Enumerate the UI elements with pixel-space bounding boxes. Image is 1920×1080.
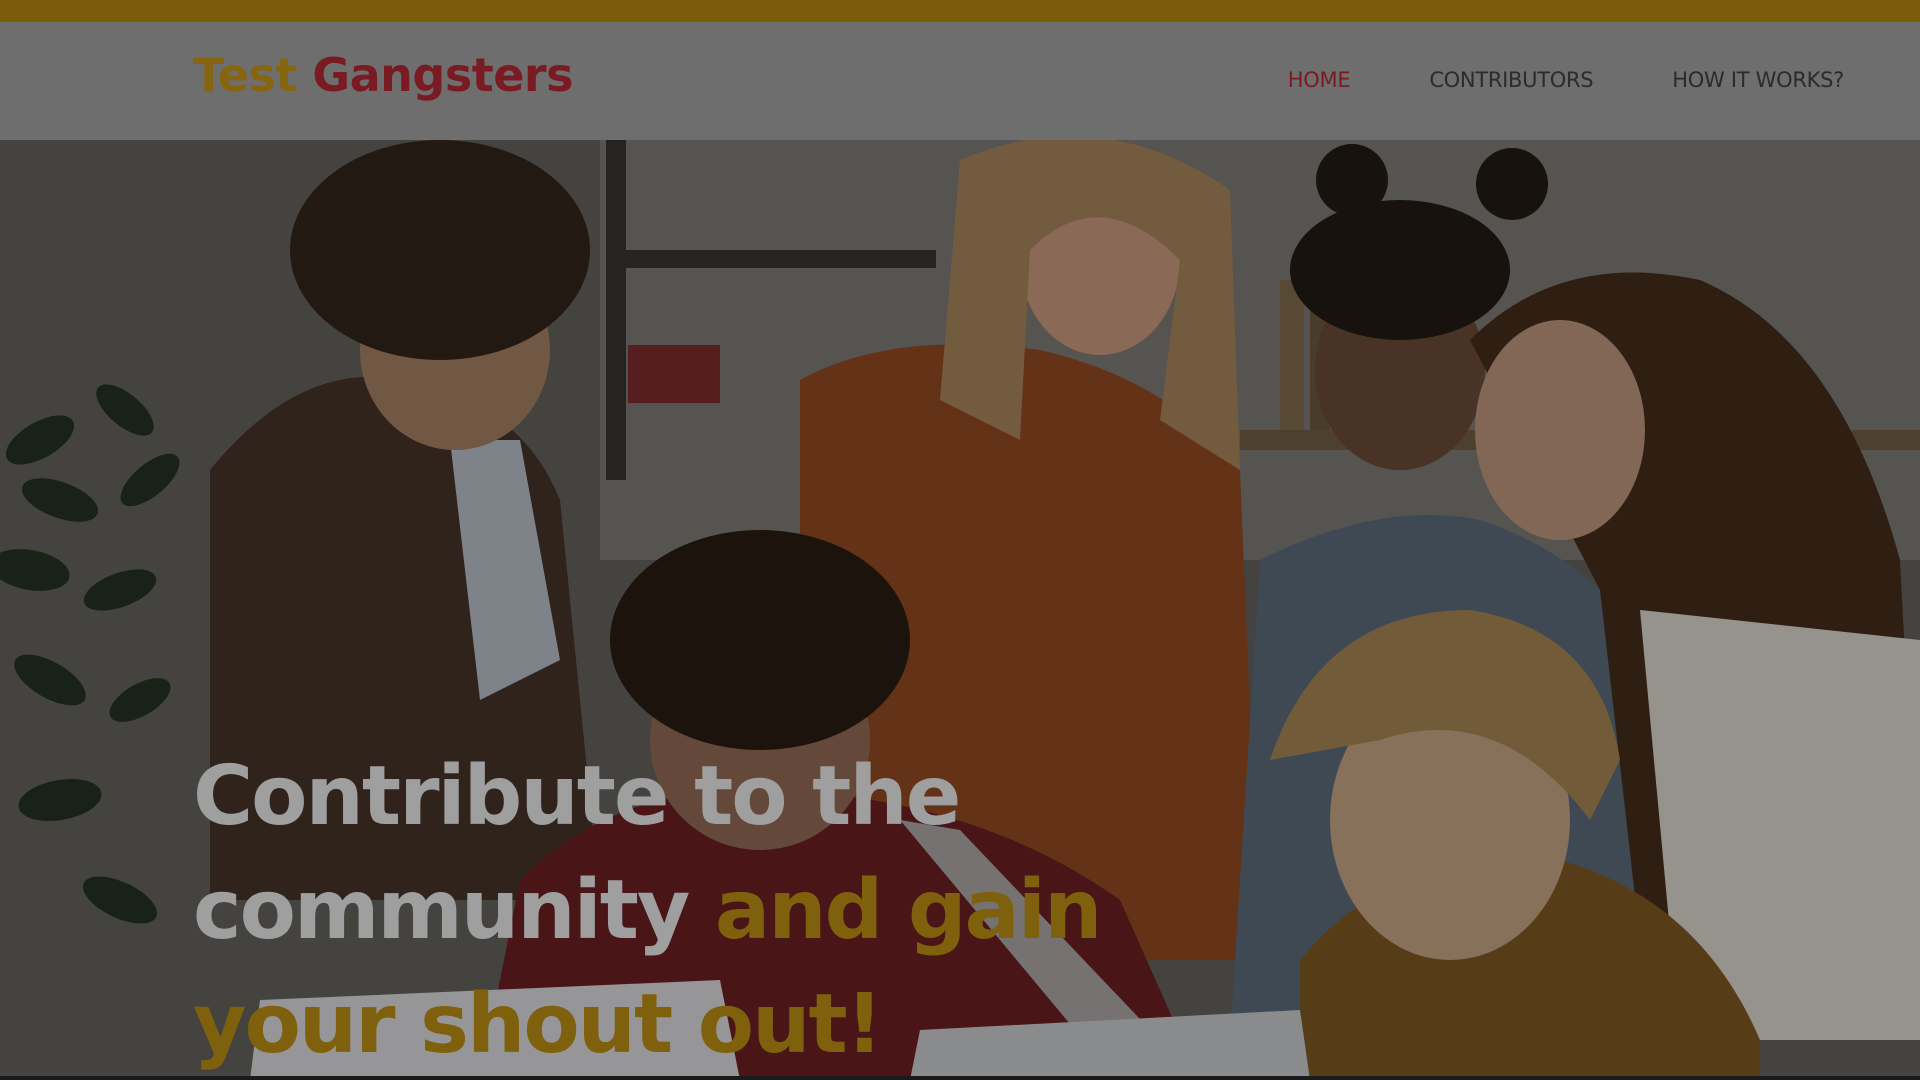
nav-contributors[interactable]: CONTRIBUTORS — [1429, 68, 1593, 93]
bottom-edge — [0, 1076, 1920, 1080]
top-accent-bar — [0, 0, 1920, 22]
hero-headline: Contribute to the community and gain you… — [193, 740, 1193, 1080]
brand-word-gangsters: Gangsters — [312, 48, 573, 102]
nav-home[interactable]: HOME — [1288, 68, 1351, 93]
main-nav: HOME CONTRIBUTORS HOW IT WORKS? — [1209, 68, 1845, 93]
brand-word-test: Test — [193, 48, 297, 102]
site-header: Test Gangsters HOME CONTRIBUTORS HOW IT … — [0, 22, 1920, 140]
brand-logo[interactable]: Test Gangsters — [193, 52, 573, 98]
hero-section: Contribute to the community and gain you… — [0, 140, 1920, 1080]
nav-how-it-works[interactable]: HOW IT WORKS? — [1672, 68, 1844, 93]
